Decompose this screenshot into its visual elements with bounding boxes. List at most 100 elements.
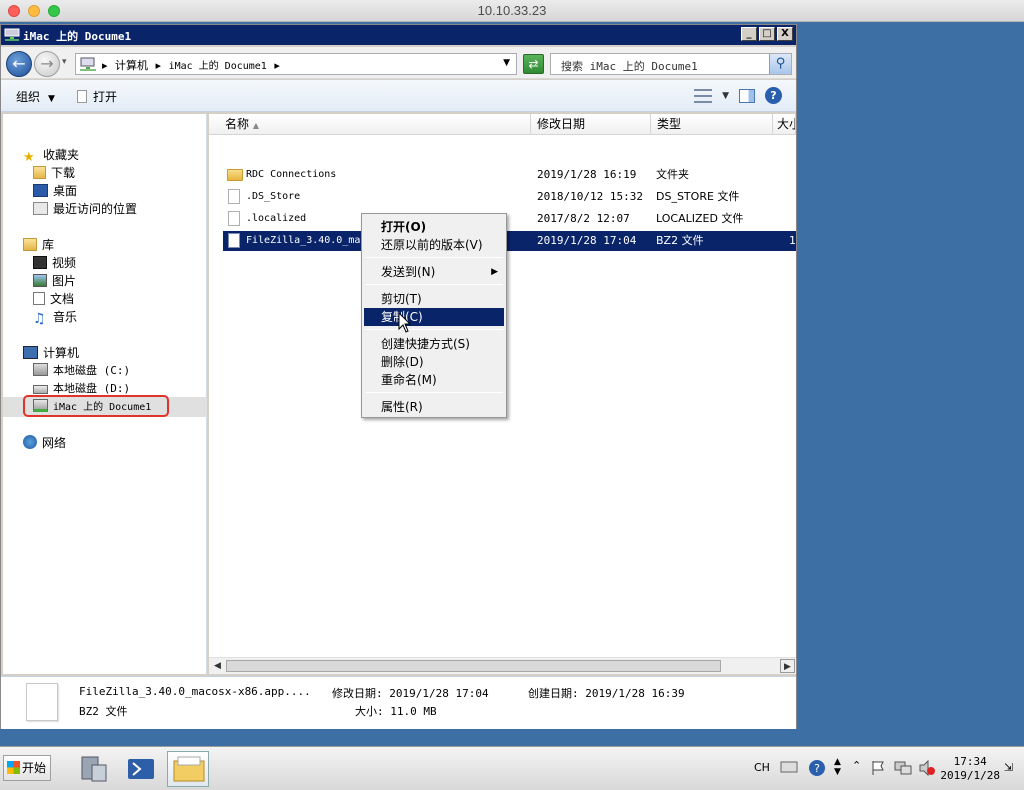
horizontal-scrollbar[interactable]: ◀ ▶ — [209, 657, 796, 674]
open-button[interactable]: 打开 — [77, 88, 117, 105]
taskbar-server-manager[interactable] — [72, 751, 114, 787]
menu-separator — [365, 329, 503, 330]
search-input[interactable]: 搜索 iMac 上的 Docume1 ⚲ — [550, 53, 792, 75]
input-language[interactable]: CH — [754, 761, 770, 774]
documents-icon — [33, 292, 45, 305]
breadcrumb-computer[interactable]: 计算机 — [115, 59, 148, 72]
menu-item-copy[interactable]: 复制(C) — [364, 308, 504, 326]
view-options-icon[interactable] — [694, 88, 713, 103]
menu-item-create-shortcut[interactable]: 创建快捷方式(S) — [364, 335, 504, 353]
file-icon — [228, 233, 240, 248]
menu-item-restore-versions[interactable]: 还原以前的版本(V) — [364, 236, 504, 254]
organize-menu[interactable]: 组织 ▼ — [16, 88, 55, 105]
downloads-folder-icon — [33, 166, 46, 179]
command-bar: 组织 ▼ 打开 ▼ ? — [1, 80, 796, 112]
nav-recent[interactable]: 最近访问的位置 — [33, 200, 137, 217]
mouse-pointer-icon — [398, 312, 412, 333]
file-row-selected[interactable]: FileZilla_3.40.0_ma 2019/1/28 17:04 BZ2 … — [223, 231, 796, 251]
menu-item-delete[interactable]: 删除(D) — [364, 353, 504, 371]
drive-icon — [33, 385, 48, 394]
column-name[interactable]: 名称 ▲ — [209, 114, 531, 135]
file-icon — [77, 90, 87, 103]
menu-item-send-to[interactable]: 发送到(N) ▶ — [364, 263, 504, 281]
minimize-button[interactable]: _ — [741, 27, 757, 41]
menu-item-properties[interactable]: 属性(R) — [364, 398, 504, 416]
mac-resize-icon: ⇲ — [1004, 761, 1014, 774]
file-large-icon — [26, 683, 58, 721]
column-date[interactable]: 修改日期 — [531, 114, 651, 135]
mac-window-title: 10.10.33.23 — [477, 3, 547, 18]
nav-desktop[interactable]: 桌面 — [33, 182, 77, 199]
nav-pictures[interactable]: 图片 — [33, 272, 76, 289]
column-type[interactable]: 类型 — [651, 114, 773, 135]
view-dropdown-icon[interactable]: ▼ — [722, 91, 729, 101]
nav-downloads[interactable]: 下载 — [33, 164, 75, 181]
mac-title-bar: 10.10.33.23 — [0, 0, 1024, 22]
recent-pages-dropdown[interactable]: ▾ — [62, 57, 67, 67]
file-row[interactable]: .DS_Store 2018/10/12 15:32 DS_STORE 文件 — [223, 187, 796, 207]
scroll-left-icon[interactable]: ◀ — [210, 659, 225, 673]
menu-item-cut[interactable]: 剪切(T) — [364, 290, 504, 308]
menu-separator — [365, 392, 503, 393]
action-center-flag-icon[interactable] — [870, 760, 886, 779]
navigation-pane: ★收藏夹 下载 桌面 最近访问的位置 库 视频 图片 文档 ♫音乐 计算机 — [3, 114, 207, 674]
nav-music[interactable]: ♫ 音乐 — [33, 308, 77, 327]
network-icon — [23, 435, 37, 449]
help-icon[interactable]: ? — [808, 759, 826, 780]
search-icon[interactable]: ⚲ — [769, 54, 791, 74]
scroll-thumb[interactable] — [226, 660, 721, 672]
menu-item-open[interactable]: 打开(O) — [364, 218, 504, 236]
details-pane: FileZilla_3.40.0_macosx-x86.app.... BZ2 … — [1, 676, 796, 729]
nav-documents[interactable]: 文档 — [33, 290, 74, 307]
nav-videos[interactable]: 视频 — [33, 254, 76, 271]
refresh-icon: ⇄ — [528, 57, 539, 71]
tray-settings-arrows-icon[interactable]: ▲ ▼ — [834, 757, 841, 777]
taskbar-explorer[interactable] — [167, 751, 209, 787]
breadcrumb-sep-icon[interactable]: ▸ — [102, 59, 108, 72]
nav-disk-d[interactable]: 本地磁盘 (D:) — [33, 380, 130, 396]
library-icon — [23, 238, 37, 251]
nav-network[interactable]: 网络 — [23, 434, 66, 451]
system-clock[interactable]: 17:34 2019/1/28 — [940, 755, 1000, 783]
window-title-bar[interactable]: iMac 上的 Docume1 _ □ X — [1, 25, 796, 45]
menu-separator — [365, 284, 503, 285]
address-bar[interactable]: ▸ 计算机 ▸ iMac 上的 Docume1 ▸ ▼ — [75, 53, 517, 75]
open-label: 打开 — [93, 90, 118, 104]
desktop-icon — [33, 184, 48, 197]
sort-asc-icon: ▲ — [252, 121, 259, 130]
back-button[interactable]: ← — [6, 51, 32, 77]
volume-muted-icon[interactable] — [918, 759, 936, 779]
menu-item-rename[interactable]: 重命名(M) — [364, 371, 504, 389]
nav-computer[interactable]: 计算机 — [23, 344, 79, 361]
details-filetype: BZ2 文件 — [79, 705, 128, 718]
forward-button[interactable]: → — [34, 51, 60, 77]
system-drive-icon — [33, 363, 48, 376]
highlight-annotation — [23, 395, 169, 417]
folder-icon — [173, 756, 205, 782]
start-button[interactable]: 开始 — [3, 755, 51, 781]
address-dropdown-icon[interactable]: ▼ — [503, 58, 510, 68]
breadcrumb-sep-icon[interactable]: ▸ — [156, 59, 162, 72]
preview-pane-icon[interactable] — [739, 88, 755, 103]
taskbar-powershell[interactable] — [120, 751, 162, 787]
network-status-icon[interactable] — [894, 760, 912, 779]
nav-disk-c[interactable]: 本地磁盘 (C:) — [33, 362, 130, 378]
help-icon[interactable]: ? — [765, 87, 782, 104]
breadcrumb-imac[interactable]: iMac 上的 Docume1 — [169, 61, 267, 72]
file-row[interactable]: RDC Connections 2019/1/28 16:19 文件夹 — [223, 165, 796, 185]
file-icon — [228, 189, 240, 204]
maximize-button[interactable]: □ — [759, 27, 775, 41]
close-button[interactable]: X — [777, 27, 793, 41]
column-size[interactable]: 大小 — [773, 114, 796, 135]
column-header-row: 名称 ▲ 修改日期 类型 大小 — [209, 114, 796, 135]
nav-libraries[interactable]: 库 — [23, 236, 54, 253]
windows-logo-icon — [7, 761, 20, 774]
file-row[interactable]: .localized 2017/8/2 12:07 LOCALIZED 文件 — [223, 209, 796, 229]
breadcrumb-sep-icon[interactable]: ▸ — [274, 59, 280, 72]
show-hidden-icons[interactable]: ⌃ — [852, 759, 861, 772]
refresh-button[interactable]: ⇄ — [523, 54, 544, 74]
keyboard-icon[interactable] — [780, 759, 798, 778]
nav-favorites[interactable]: ★ 收藏夹 — [23, 146, 79, 165]
taskbar: 开始 CH ? ▲ ▼ ⌃ 17:34 2019/1/28 ⇲ — [0, 746, 1024, 790]
scroll-right-icon[interactable]: ▶ — [780, 659, 795, 673]
